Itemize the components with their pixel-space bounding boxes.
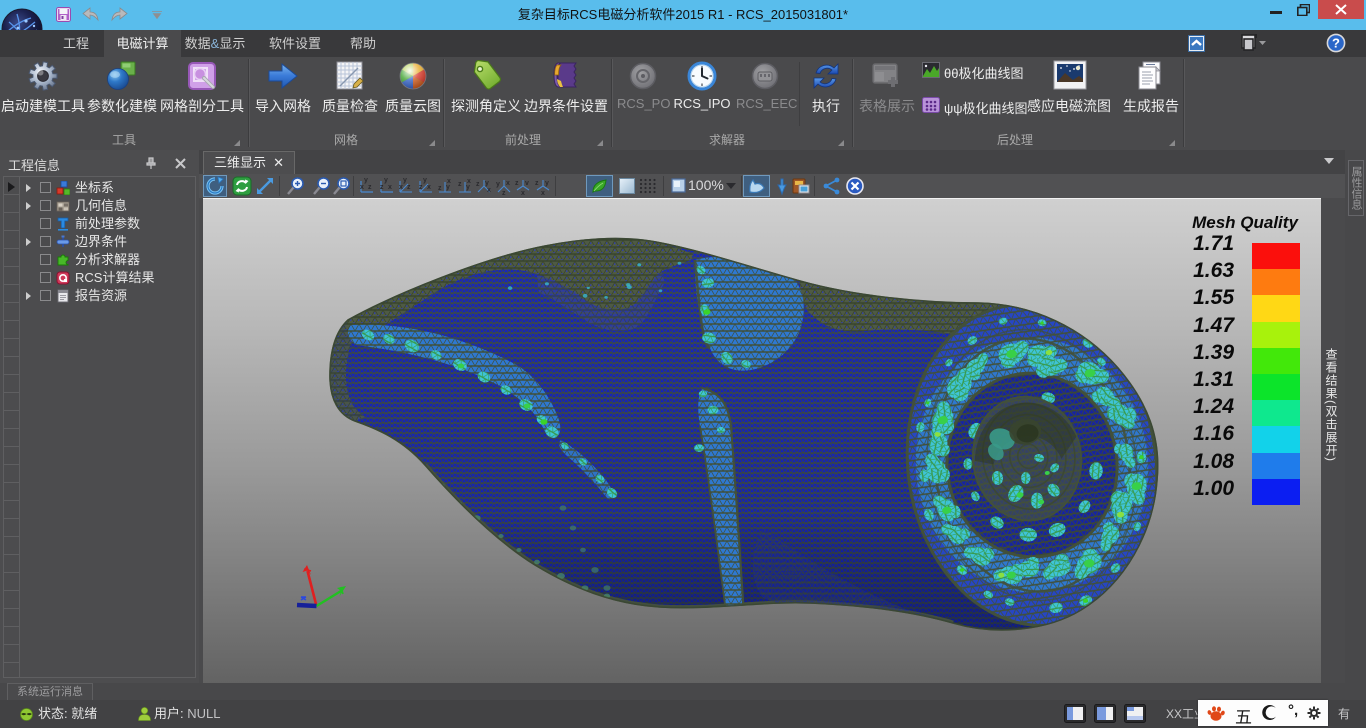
svg-text:x: x (541, 190, 545, 196)
svg-text:x: x (467, 178, 471, 185)
svg-text:z: z (535, 180, 539, 187)
svg-text:?: ? (1332, 36, 1340, 51)
svg-text:x: x (447, 178, 451, 185)
svg-text:y: y (384, 177, 388, 184)
svg-text:x: x (487, 187, 491, 194)
svg-text:z: z (515, 180, 519, 187)
svg-text:y: y (485, 180, 489, 187)
svg-text:x: x (427, 184, 431, 191)
svg-text:y: y (364, 177, 368, 184)
svg-text:z: z (458, 181, 462, 188)
svg-text:z: z (438, 185, 442, 192)
svg-text:z: z (368, 184, 372, 191)
svg-text:z: z (476, 181, 480, 188)
svg-text:z: z (419, 184, 423, 191)
svg-text:z: z (407, 184, 411, 191)
svg-text:y: y (466, 184, 470, 191)
svg-text:x: x (360, 184, 364, 191)
svg-text:y: y (423, 177, 427, 184)
svg-text:z: z (502, 190, 506, 196)
svg-text:x: x (521, 190, 525, 196)
svg-text:y: y (545, 180, 549, 187)
svg-text:y: y (403, 177, 407, 184)
svg-text:x: x (399, 184, 403, 191)
svg-text:v: v (525, 180, 529, 187)
svg-text:y: y (496, 181, 500, 188)
svg-text:z: z (380, 184, 384, 191)
svg-text:x: x (506, 180, 510, 187)
svg-text:x: x (388, 184, 392, 191)
svg-text:y: y (446, 184, 450, 191)
